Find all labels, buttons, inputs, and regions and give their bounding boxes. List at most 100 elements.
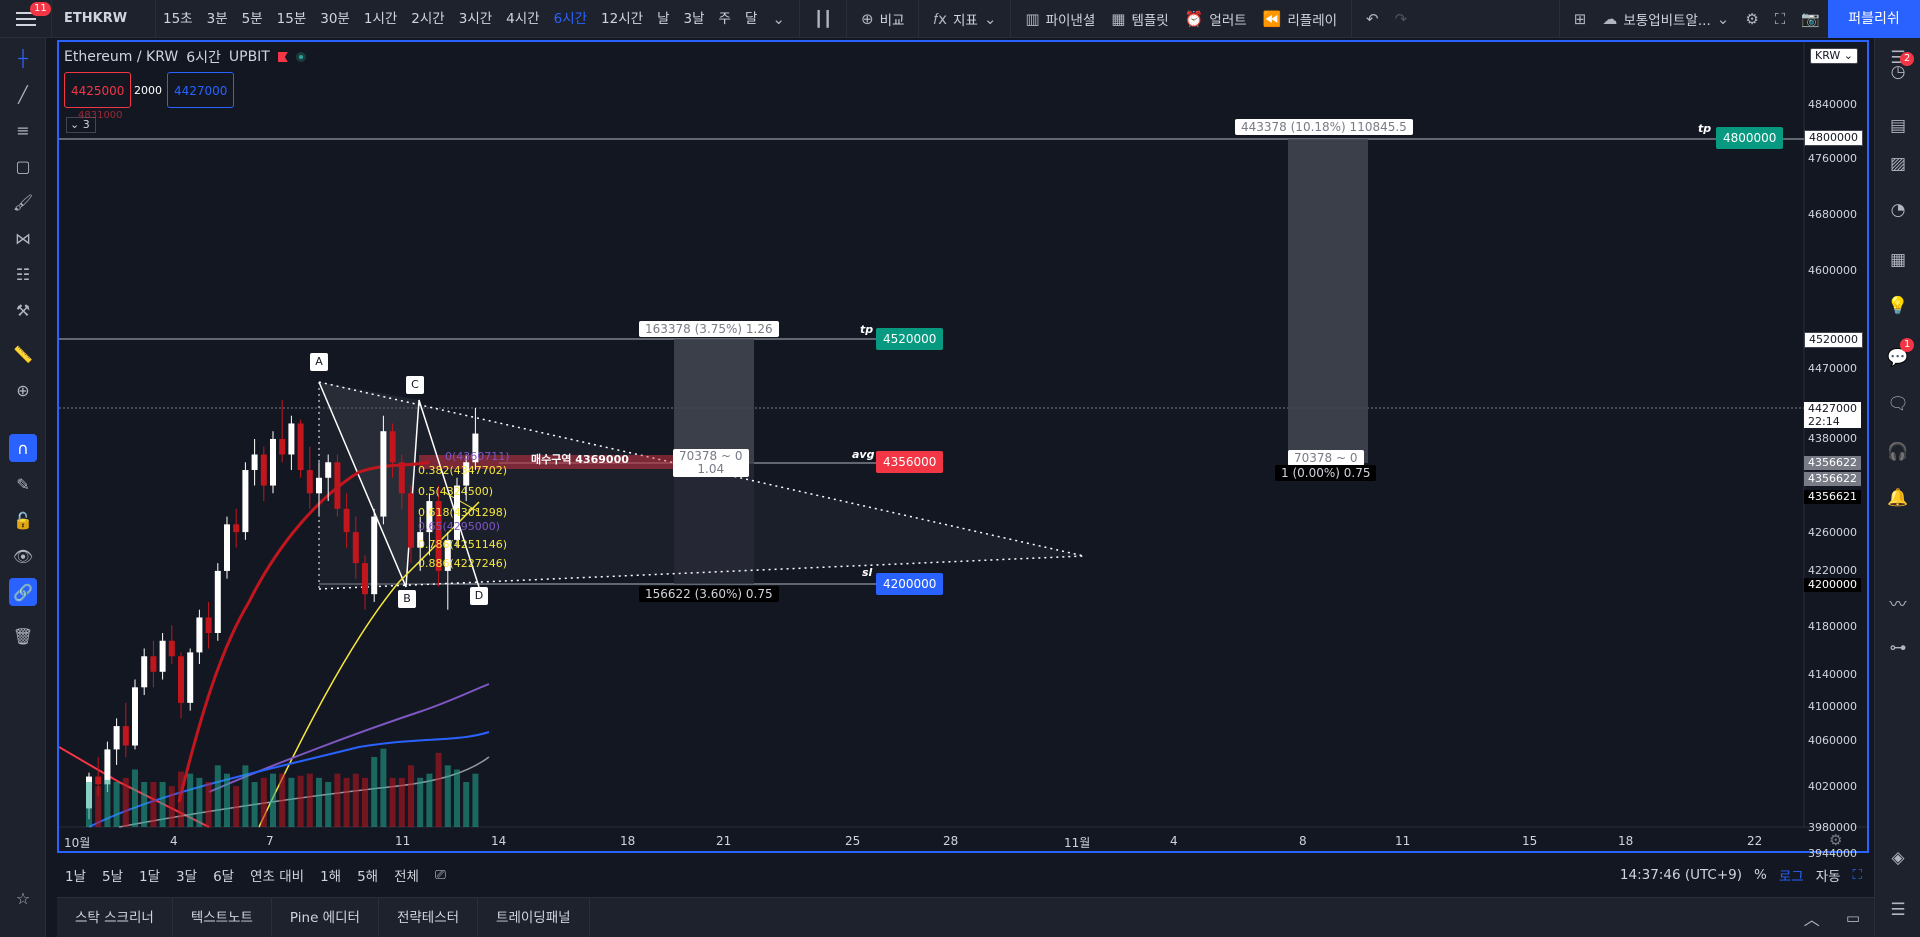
- bottom-tab-0[interactable]: 스탁 스크리너: [57, 897, 173, 937]
- publish-button[interactable]: 퍼블리쉬: [1828, 0, 1920, 38]
- fullscreen-scale-icon[interactable]: ⛶: [1853, 867, 1862, 883]
- pattern-tool[interactable]: ⋈: [9, 224, 37, 252]
- range-5[interactable]: 연초 대비: [242, 865, 312, 885]
- data-window-button[interactable]: ▨: [1886, 152, 1910, 176]
- chart-settings-gear-icon[interactable]: ⚙: [1829, 831, 1842, 849]
- flag-icon[interactable]: [277, 52, 288, 62]
- auto-toggle[interactable]: 자동: [1816, 865, 1841, 885]
- trading-button[interactable]: 〰: [1886, 590, 1910, 615]
- top-box-label[interactable]: 443378 (10.18%) 110845.5: [1235, 119, 1413, 135]
- replay-button[interactable]: ⏪ 리플레이: [1255, 0, 1345, 38]
- clock-display[interactable]: 14:37:46 (UTC+9): [1620, 867, 1742, 883]
- range-2[interactable]: 1달: [131, 865, 168, 885]
- indicators-button[interactable]: 𝑓x 지표 ⌄: [925, 0, 1004, 38]
- templates-button[interactable]: ▦ 템플릿: [1103, 0, 1176, 38]
- range-7[interactable]: 5해: [349, 865, 386, 885]
- timeframe-1[interactable]: 3분: [200, 0, 235, 38]
- sell-button[interactable]: 4425000: [64, 72, 132, 108]
- mid-tp-tag[interactable]: 4520000: [876, 328, 944, 350]
- financials-button[interactable]: ▥ 파이낸셜: [1017, 0, 1103, 38]
- timeframe-3[interactable]: 15분: [270, 0, 314, 38]
- timeframe-10[interactable]: 12시간: [594, 0, 650, 38]
- timeframe-9[interactable]: 6시간: [547, 0, 594, 38]
- support-button[interactable]: 🎧: [1886, 440, 1910, 464]
- right-profit-box[interactable]: [1288, 139, 1368, 463]
- layers-button[interactable]: ◈: [1886, 846, 1910, 870]
- ideas-button[interactable]: 💡: [1886, 294, 1910, 318]
- currency-selector[interactable]: KRW ⌄: [1810, 48, 1859, 64]
- timeframe-5[interactable]: 1시간: [357, 0, 404, 38]
- shape-tool[interactable]: ▢: [9, 152, 37, 180]
- range-4[interactable]: 6달: [205, 865, 242, 885]
- hide-tool[interactable]: 👁: [9, 542, 37, 570]
- alerts-button[interactable]: ⏰ 얼러트: [1177, 0, 1255, 38]
- chart-legend[interactable]: Ethereum / KRW 6시간 UPBIT: [64, 47, 306, 67]
- timeframe-11[interactable]: 날: [650, 0, 676, 38]
- news-button[interactable]: ▤: [1886, 114, 1910, 138]
- main-menu-button[interactable]: 11: [0, 0, 52, 38]
- mid-center-label[interactable]: 70378 ~ 0 1.04: [673, 449, 749, 477]
- bottom-tab-4[interactable]: 트레이딩패널: [478, 897, 590, 937]
- streams-button[interactable]: 🗨: [1886, 392, 1910, 416]
- mid-profit-box[interactable]: [674, 339, 754, 463]
- log-toggle[interactable]: 로그: [1779, 865, 1804, 885]
- settings-button[interactable]: ⚙: [1737, 0, 1766, 38]
- compare-button[interactable]: ⊕ 비교: [853, 0, 912, 38]
- timeframe-7[interactable]: 3시간: [452, 0, 499, 38]
- pattern-point-a[interactable]: A: [310, 353, 328, 371]
- goto-date-button[interactable]: ⎚: [427, 867, 454, 883]
- expand-panel-button[interactable]: ︿: [1792, 906, 1832, 930]
- trend-line-tool[interactable]: ╱: [9, 80, 37, 108]
- mid-box-label[interactable]: 163378 (3.75%) 1.26: [639, 321, 779, 337]
- crosshair-tool[interactable]: ┼: [9, 44, 37, 72]
- dom-button[interactable]: ⊶: [1886, 636, 1910, 660]
- undo-button[interactable]: ↶: [1358, 0, 1387, 38]
- lock-tool[interactable]: 🔓: [9, 506, 37, 534]
- zoom-tool[interactable]: ⊕: [9, 376, 37, 404]
- sl-tag[interactable]: 4200000: [876, 573, 944, 595]
- chart-style-button[interactable]: ┃┃: [806, 0, 840, 38]
- text-tool[interactable]: 🖌: [9, 188, 37, 216]
- range-0[interactable]: 1날: [57, 865, 94, 885]
- prediction-tool[interactable]: ☷: [9, 260, 37, 288]
- timeframe-2[interactable]: 5분: [235, 0, 270, 38]
- measure-tool[interactable]: 📏: [9, 340, 37, 368]
- timeframe-13[interactable]: 주: [712, 0, 738, 38]
- timeframe-6[interactable]: 2시간: [404, 0, 451, 38]
- remove-tool[interactable]: 🗑: [9, 622, 37, 650]
- symbol-search[interactable]: ETHKRW: [52, 0, 156, 38]
- sl-box-label[interactable]: 156622 (3.60%) 0.75: [639, 586, 779, 602]
- right-center-line2[interactable]: 1 (0.00%) 0.75: [1275, 465, 1377, 481]
- timeframe-12[interactable]: 3날: [677, 0, 712, 38]
- fib-tool[interactable]: ≡: [9, 116, 37, 144]
- stay-drawing-tool[interactable]: ✎: [9, 470, 37, 498]
- pattern-point-d[interactable]: D: [470, 587, 488, 605]
- buy-button[interactable]: 4427000: [167, 72, 235, 108]
- top-tp-tag[interactable]: 4800000: [1716, 127, 1784, 149]
- magnet-tool[interactable]: ∩: [9, 434, 37, 462]
- buy-zone-label[interactable]: 매수구역 4369000: [531, 451, 629, 467]
- right-center-line1[interactable]: 70378 ~ 0: [1288, 450, 1364, 466]
- timeframe-8[interactable]: 4시간: [499, 0, 546, 38]
- chat-button[interactable]: 💬 1: [1886, 338, 1915, 370]
- fullscreen-button[interactable]: ⛶: [1767, 0, 1794, 38]
- calendar-button[interactable]: ▦: [1886, 248, 1910, 272]
- timeframe-14[interactable]: 달: [738, 0, 764, 38]
- order-quantity[interactable]: 2000: [134, 84, 162, 97]
- timeframe-0[interactable]: 15초: [156, 0, 200, 38]
- icon-tool[interactable]: ⚒: [9, 296, 37, 324]
- snapshot-button[interactable]: 📷: [1793, 0, 1828, 38]
- bottom-tab-1[interactable]: 텍스트노트: [173, 897, 272, 937]
- hotlists-button[interactable]: ◔: [1886, 198, 1910, 222]
- timeframe-dropdown[interactable]: ⌄: [764, 0, 793, 38]
- percent-toggle[interactable]: %: [1754, 867, 1767, 883]
- bottom-tab-3[interactable]: 전략테스터: [379, 897, 479, 937]
- sync-tool[interactable]: 🔗: [9, 578, 37, 606]
- notifications-button[interactable]: 🔔: [1886, 486, 1910, 510]
- pattern-point-c[interactable]: C: [406, 376, 424, 394]
- redo-button[interactable]: ↷: [1387, 0, 1416, 38]
- range-6[interactable]: 1해: [312, 865, 349, 885]
- bottom-tab-2[interactable]: Pine 에디터: [272, 897, 379, 937]
- panel-menu-button[interactable]: ☰: [1886, 898, 1910, 922]
- alerts-panel-button[interactable]: ◷ 2: [1886, 52, 1915, 84]
